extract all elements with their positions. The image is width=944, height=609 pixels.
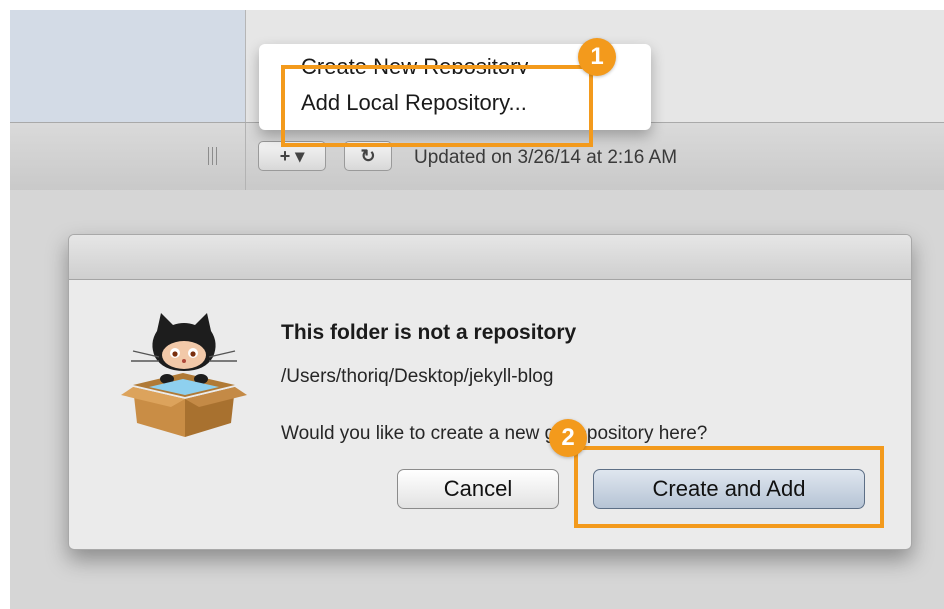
step-badge-2: 2	[549, 419, 587, 457]
toolbar-divider	[245, 123, 246, 191]
step-badge-1: 1	[578, 38, 616, 76]
grip-icon[interactable]	[206, 147, 218, 165]
cancel-button[interactable]: Cancel	[397, 469, 559, 509]
refresh-icon: ↻	[360, 146, 376, 166]
updated-status: Updated on 3/26/14 at 2:16 AM	[414, 147, 678, 168]
highlight-box-step-2	[574, 446, 884, 528]
dialog-title: This folder is not a repository	[281, 321, 577, 344]
dialog-path: /Users/thoriq/Desktop/jekyll-blog	[281, 366, 554, 387]
dialog-question: Would you like to create a new git repos…	[281, 423, 708, 444]
dialog-titlebar	[69, 235, 911, 280]
highlight-box-step-1	[281, 65, 593, 147]
octocat-in-box-icon	[121, 313, 247, 437]
screenshot: + ▾ ↻ Updated on 3/26/14 at 2:16 AM Crea…	[0, 0, 944, 609]
sidebar	[10, 10, 246, 122]
